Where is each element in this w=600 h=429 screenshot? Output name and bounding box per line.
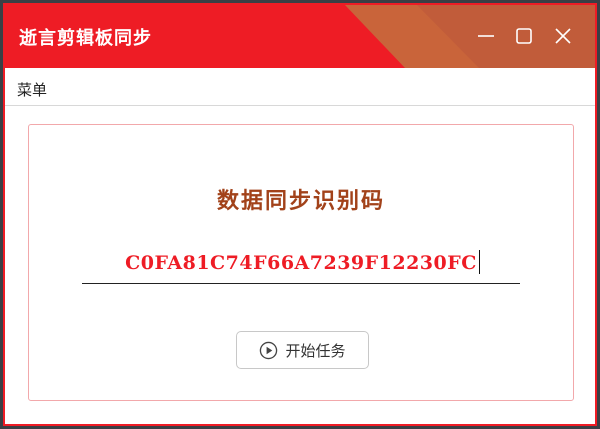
minimize-icon	[478, 35, 494, 37]
app-window: 逝言剪辑板同步 菜单 数据同步识别码 C0FA81C74F66A7239F122…	[3, 3, 597, 426]
title-bar[interactable]: 逝言剪辑板同步	[5, 5, 595, 68]
main-content: 数据同步识别码 开始任务	[5, 107, 595, 424]
start-task-label: 开始任务	[285, 341, 346, 360]
start-task-button[interactable]: 开始任务	[236, 331, 369, 369]
menu-bar: 菜单	[5, 68, 595, 106]
text-caret	[479, 250, 480, 274]
sync-code-label: 数据同步识别码	[216, 188, 385, 214]
sync-code-field[interactable]	[82, 244, 520, 284]
menu-item-menu[interactable]: 菜单	[17, 79, 47, 100]
maximize-icon	[516, 28, 532, 44]
maximize-button[interactable]	[511, 23, 537, 49]
sync-panel: 数据同步识别码 开始任务	[28, 124, 574, 401]
close-button[interactable]	[550, 23, 576, 49]
play-circle-icon	[259, 341, 278, 360]
window-title: 逝言剪辑板同步	[19, 28, 152, 49]
minimize-button[interactable]	[473, 23, 499, 49]
sync-code-input[interactable]	[82, 244, 520, 282]
close-icon	[555, 28, 571, 44]
